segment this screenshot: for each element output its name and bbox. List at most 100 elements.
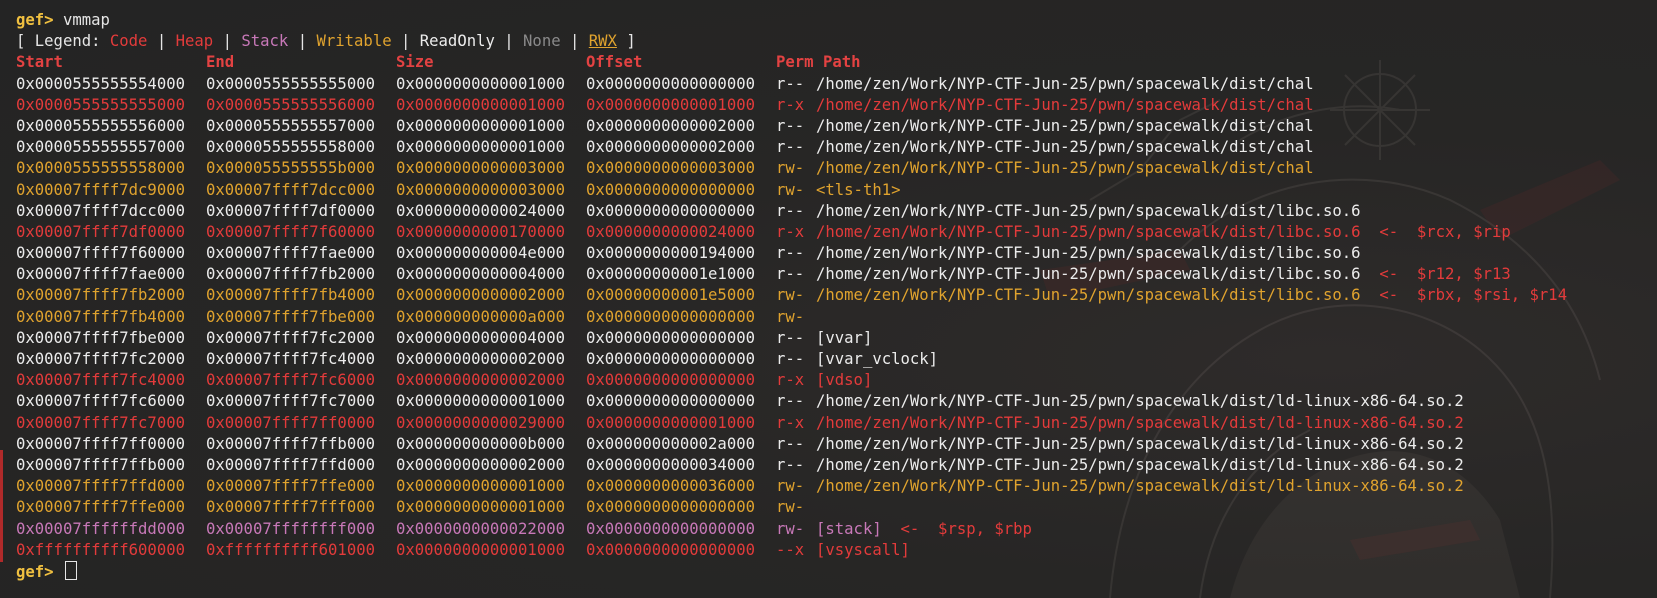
row-end: 0x00007ffffffff000 xyxy=(206,519,375,538)
row-perm: r-- xyxy=(776,244,805,263)
legend-item-none: None xyxy=(523,32,561,51)
map-row: 0x0000555555555000 0x0000555555556000 0x00… xyxy=(16,95,1657,116)
row-start: 0x00007ffff7fc2000 xyxy=(16,350,185,368)
row-end: 0x000055555555b000 xyxy=(206,159,375,178)
row-path: /home/zen/Work/NYP-CTF-Jun-25/pwn/spacew… xyxy=(816,95,1314,114)
row-start: 0xffffffffff600000 xyxy=(16,540,185,559)
map-row: 0x00007ffff7ffb000 0x00007ffff7ffd000 0x00… xyxy=(16,455,1657,476)
row-start: 0x00007ffff7fbe000 xyxy=(16,328,185,347)
memory-map-rows: 0x0000555555554000 0x0000555555555000 0x00… xyxy=(16,74,1657,561)
row-size: 0x0000000000001000 xyxy=(396,138,565,157)
row-path: [vdso] xyxy=(816,371,873,390)
row-perm: rw- xyxy=(776,519,805,538)
map-row: 0x0000555555556000 0x0000555555557000 0x00… xyxy=(16,116,1657,137)
row-size: 0x0000000000022000 xyxy=(396,519,565,538)
row-offset: 0x0000000000000000 xyxy=(586,307,755,326)
row-perm: r-- xyxy=(776,392,805,411)
row-start: 0x00007ffff7fc6000 xyxy=(16,392,185,411)
row-path: [stack] xyxy=(816,519,882,538)
row-start: 0x00007ffff7fc4000 xyxy=(16,371,185,390)
row-register-marker: <- $rsp, $rbp xyxy=(900,519,1032,538)
row-perm: r-- xyxy=(776,265,805,284)
row-start: 0x00007ffff7fb4000 xyxy=(16,307,185,326)
row-perm: rw- xyxy=(776,307,805,326)
terminal-window[interactable]: gef> vmmap [ Legend: Code | Heap | Stack… xyxy=(0,0,1657,598)
map-row: 0x00007ffff7ff0000 0x00007ffff7ffb000 0x00… xyxy=(16,434,1657,455)
row-end: 0x00007ffff7ff0000 xyxy=(206,413,375,432)
row-start: 0x0000555555558000 xyxy=(16,159,185,178)
row-path: /home/zen/Work/NYP-CTF-Jun-25/pwn/spacew… xyxy=(816,392,1464,411)
row-offset: 0x0000000000000000 xyxy=(586,328,755,347)
row-perm: --x xyxy=(776,540,805,559)
row-end: 0x0000555555558000 xyxy=(206,138,375,157)
row-path: /home/zen/Work/NYP-CTF-Jun-25/pwn/spacew… xyxy=(816,286,1361,305)
cursor-block[interactable] xyxy=(64,560,77,580)
row-offset: 0x0000000000000000 xyxy=(586,498,755,517)
row-end: 0x00007ffff7fc4000 xyxy=(206,350,375,368)
final-prompt-line[interactable]: gef> xyxy=(16,560,1657,582)
row-offset: 0x0000000000002000 xyxy=(586,116,755,135)
row-path: /home/zen/Work/NYP-CTF-Jun-25/pwn/spacew… xyxy=(816,222,1361,241)
row-start: 0x00007ffff7ffb000 xyxy=(16,455,185,474)
left-accent-bar xyxy=(0,450,3,562)
row-offset: 0x0000000000024000 xyxy=(586,222,755,241)
row-end: 0x0000555555557000 xyxy=(206,116,375,135)
map-row: 0x00007ffff7f60000 0x00007ffff7fae000 0x00… xyxy=(16,243,1657,264)
row-path: /home/zen/Work/NYP-CTF-Jun-25/pwn/spacew… xyxy=(816,159,1314,178)
legend-line: [ Legend: Code | Heap | Stack | Writable… xyxy=(16,31,1657,52)
row-size: 0x0000000000001000 xyxy=(396,540,565,559)
row-offset: 0x0000000000036000 xyxy=(586,477,755,496)
row-perm: r-x xyxy=(776,371,805,390)
row-end: 0x00007ffff7ffb000 xyxy=(206,434,375,453)
row-start: 0x00007ffff7f60000 xyxy=(16,244,185,263)
map-row: 0x00007ffff7fc6000 0x00007ffff7fc7000 0x00… xyxy=(16,391,1657,412)
row-offset: 0x00000000001e5000 xyxy=(586,286,755,305)
row-perm: r-- xyxy=(776,201,805,220)
legend-item-write: Writable xyxy=(316,32,392,51)
legend-separator: | xyxy=(504,32,514,51)
row-size: 0x0000000000003000 xyxy=(396,180,565,199)
row-start: 0x00007ffff7ffe000 xyxy=(16,498,185,517)
map-row: 0x00007ffff7fb4000 0x00007ffff7fbe000 0x00… xyxy=(16,307,1657,328)
row-path: [vsyscall] xyxy=(816,540,910,559)
map-row: 0x0000555555554000 0x0000555555555000 0x00… xyxy=(16,74,1657,95)
row-offset: 0x0000000000000000 xyxy=(586,180,755,199)
row-offset: 0x0000000000000000 xyxy=(586,350,755,368)
legend-separator: | xyxy=(400,32,411,51)
row-path: /home/zen/Work/NYP-CTF-Jun-25/pwn/spacew… xyxy=(816,201,1361,220)
row-offset: 0x0000000000003000 xyxy=(586,159,755,178)
row-perm: rw- xyxy=(776,286,805,305)
row-size: 0x0000000000001000 xyxy=(396,116,565,135)
legend-item-rwx: RWX xyxy=(588,32,617,51)
row-perm: rw- xyxy=(776,498,805,517)
row-offset: 0x0000000000034000 xyxy=(586,455,755,474)
row-size: 0x0000000000001000 xyxy=(396,392,565,411)
row-offset: 0x0000000000002000 xyxy=(586,138,755,157)
header-end: End xyxy=(206,53,235,72)
map-row: 0x00007ffff7fc7000 0x00007ffff7ff0000 0x00… xyxy=(16,413,1657,434)
map-row: 0x0000555555557000 0x0000555555558000 0x00… xyxy=(16,137,1657,158)
map-row: 0x00007ffff7df0000 0x00007ffff7f60000 0x00… xyxy=(16,222,1657,243)
legend-open: [ Legend: xyxy=(16,32,101,51)
row-size: 0x0000000000002000 xyxy=(396,350,565,368)
row-start: 0x00007ffff7dc9000 xyxy=(16,180,185,199)
row-perm: r-- xyxy=(776,74,805,93)
map-row: 0x00007ffff7dc9000 0x00007ffff7dcc000 0x00… xyxy=(16,180,1657,201)
row-size: 0x0000000000003000 xyxy=(396,159,565,178)
row-start: 0x00007ffff7fb2000 xyxy=(16,286,185,305)
row-perm: r-- xyxy=(776,455,805,474)
command-text: vmmap xyxy=(62,11,110,29)
row-perm: rw- xyxy=(776,159,805,178)
row-size: 0x0000000000002000 xyxy=(396,286,565,305)
command-line: gef> vmmap xyxy=(16,10,1657,31)
row-perm: rw- xyxy=(776,477,805,496)
row-offset: 0x0000000000000000 xyxy=(586,201,755,220)
row-register-marker: <- $r12, $r13 xyxy=(1379,265,1511,284)
row-perm: r-- xyxy=(776,328,805,347)
row-start: 0x0000555555556000 xyxy=(16,116,185,135)
row-end: 0x00007ffff7fc2000 xyxy=(206,328,375,347)
row-size: 0x0000000000170000 xyxy=(396,222,565,241)
row-end: 0x00007ffff7fb4000 xyxy=(206,286,375,305)
row-size: 0x0000000000001000 xyxy=(396,74,565,93)
legend-close: ] xyxy=(626,32,636,51)
